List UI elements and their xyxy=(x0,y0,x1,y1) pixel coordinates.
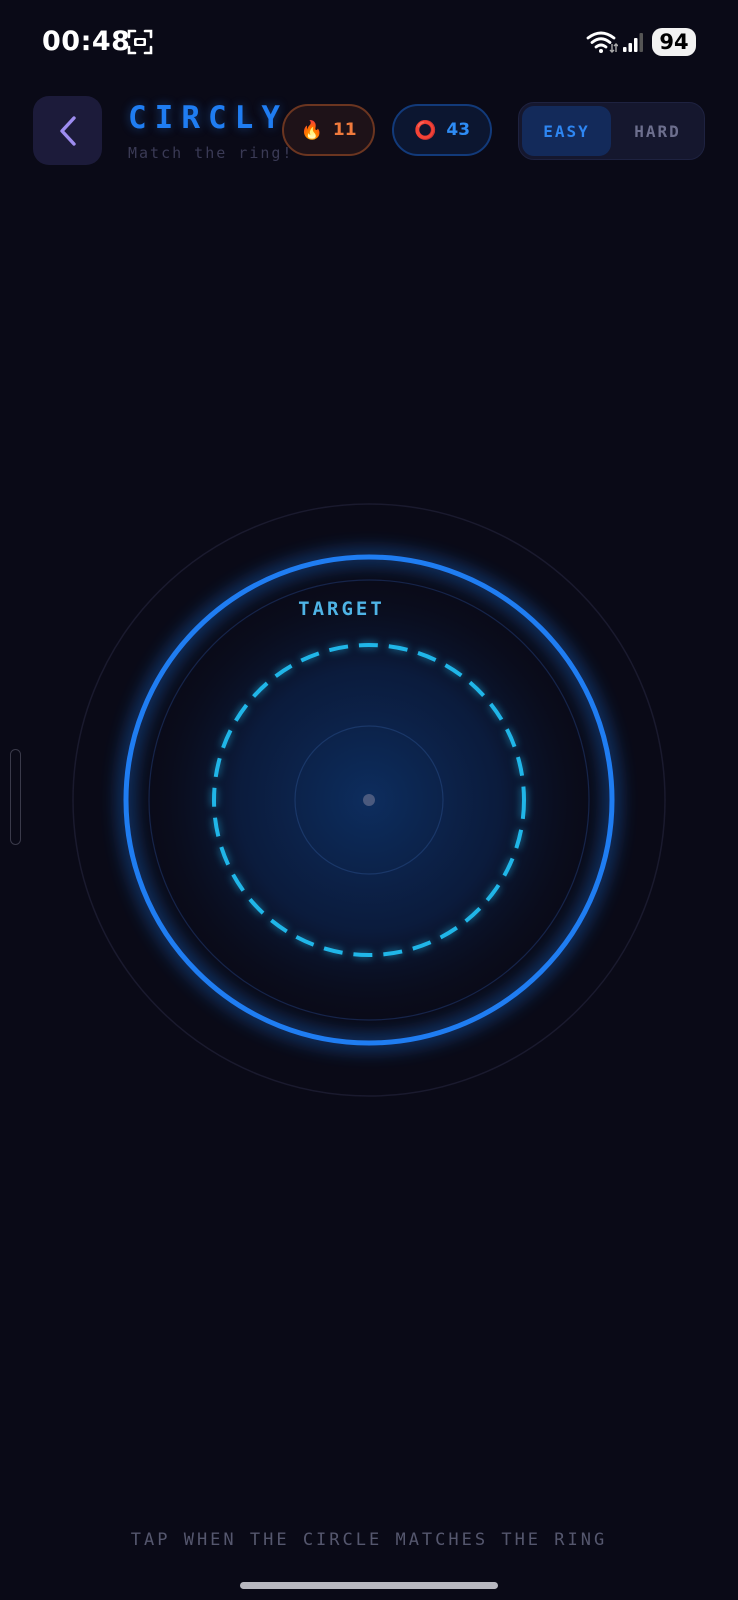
ring-icon: ⭕ xyxy=(413,119,437,141)
difficulty-hard-button[interactable]: HARD xyxy=(613,106,702,156)
wifi-icon xyxy=(586,31,618,53)
difficulty-easy-button[interactable]: EASY xyxy=(522,106,611,156)
game-screen: 00:48 94 CIRCLY Match the ring! 🔥 11 ⭕ 4… xyxy=(0,0,738,1600)
screen-record-icon xyxy=(127,29,153,55)
target-label: TARGET xyxy=(298,598,385,620)
score-value: 43 xyxy=(446,120,471,140)
streak-value: 11 xyxy=(332,120,357,140)
home-indicator[interactable] xyxy=(240,1582,498,1589)
chevron-left-icon xyxy=(59,115,76,146)
signal-icon xyxy=(623,33,643,52)
streak-badge: 🔥 11 xyxy=(282,104,375,156)
instructions-text: TAP WHEN THE CIRCLE MATCHES THE RING xyxy=(130,1530,608,1550)
title-block: CIRCLY Match the ring! xyxy=(128,100,293,162)
center-dot xyxy=(363,794,375,806)
status-bar: 00:48 94 xyxy=(0,0,738,90)
back-button[interactable] xyxy=(33,96,102,165)
app-subtitle: Match the ring! xyxy=(128,144,294,162)
score-badge: ⭕ 43 xyxy=(392,104,492,156)
game-area[interactable] xyxy=(0,480,738,1120)
status-time: 00:48 xyxy=(42,26,131,57)
battery-indicator: 94 xyxy=(652,28,696,56)
difficulty-toggle: EASY HARD xyxy=(518,102,705,160)
app-title: CIRCLY xyxy=(128,100,288,136)
fire-icon: 🔥 xyxy=(300,119,323,141)
